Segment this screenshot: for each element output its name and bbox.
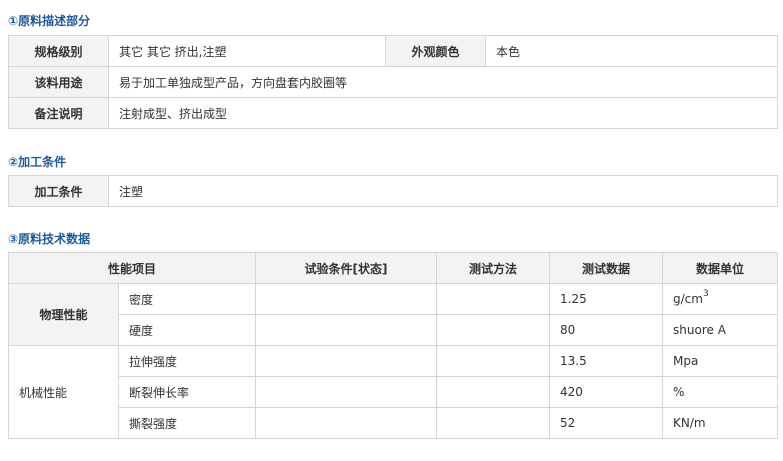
processing-label: 加工条件 — [8, 175, 109, 207]
col-header-unit: 数据单位 — [662, 252, 779, 284]
section-title-description: ①原料描述部分 — [8, 14, 91, 28]
property-item: 密度 — [117, 283, 257, 315]
group-physical: 物理性能 — [8, 283, 119, 346]
property-unit: g/cm3 — [662, 283, 779, 315]
property-value: 80 — [549, 314, 664, 346]
unit-superscript: 3 — [702, 289, 709, 299]
remarks-label: 备注说明 — [8, 97, 109, 129]
property-method — [436, 407, 551, 439]
table-row: 该料用途 易于加工单独成型产品，方向盘套内胶圈等 — [8, 66, 778, 98]
property-method — [436, 376, 551, 408]
appearance-color-label: 外观颜色 — [385, 35, 486, 67]
spec-grade-label: 规格级别 — [8, 35, 109, 67]
processing-value: 注塑 — [108, 175, 778, 207]
col-header-method: 测试方法 — [436, 252, 551, 284]
property-method — [436, 283, 551, 315]
property-item: 硬度 — [117, 314, 257, 346]
unit-text: g/cm — [673, 292, 703, 306]
section-title-processing: ②加工条件 — [8, 155, 67, 169]
property-condition — [255, 345, 438, 377]
technical-data-table: 性能项目 试验条件[状态] 测试方法 测试数据 数据单位 物理性能 密度 1.2… — [7, 252, 779, 439]
col-header-condition: 试验条件[状态] — [255, 252, 438, 284]
group-mechanical: 机械性能 — [8, 345, 119, 439]
usage-value: 易于加工单独成型产品，方向盘套内胶圈等 — [108, 66, 778, 98]
property-unit: shuore A — [662, 314, 779, 346]
table-header-row: 性能项目 试验条件[状态] 测试方法 测试数据 数据单位 — [7, 252, 779, 284]
property-item: 拉伸强度 — [117, 345, 257, 377]
property-value: 420 — [549, 376, 664, 408]
table-row: 机械性能 拉伸强度 13.5 Mpa — [8, 345, 779, 439]
remarks-value: 注射成型、挤出成型 — [108, 97, 778, 129]
table-row: 规格级别 其它 其它 挤出,注塑 外观颜色 本色 — [8, 35, 778, 67]
table-row: 硬度 80 shuore A — [9, 314, 779, 346]
table-row: 备注说明 注射成型、挤出成型 — [8, 97, 778, 129]
property-condition — [255, 376, 438, 408]
property-value: 52 — [549, 407, 664, 439]
processing-table: 加工条件 注塑 — [8, 175, 778, 207]
property-condition — [255, 314, 438, 346]
appearance-color-value: 本色 — [485, 35, 778, 67]
table-row: 加工条件 注塑 — [8, 175, 778, 207]
property-condition — [255, 407, 438, 439]
property-value: 1.25 — [549, 283, 664, 315]
description-table: 规格级别 其它 其它 挤出,注塑 外观颜色 本色 该料用途 易于加工单独成型产品… — [8, 35, 778, 129]
property-unit: % — [662, 376, 779, 408]
property-unit: KN/m — [662, 407, 779, 439]
table-row: 撕裂强度 52 KN/m — [9, 407, 779, 439]
table-row: 断裂伸长率 420 % — [9, 376, 779, 408]
usage-label: 该料用途 — [8, 66, 109, 98]
property-method — [436, 345, 551, 377]
col-header-property: 性能项目 — [7, 252, 257, 284]
property-value: 13.5 — [549, 345, 664, 377]
section-title-technical-data: ③原料技术数据 — [8, 232, 91, 246]
property-condition — [255, 283, 438, 315]
spec-grade-value: 其它 其它 挤出,注塑 — [108, 35, 386, 67]
property-unit: Mpa — [662, 345, 779, 377]
property-method — [436, 314, 551, 346]
col-header-value: 测试数据 — [549, 252, 664, 284]
property-item: 撕裂强度 — [117, 407, 257, 439]
table-row: 物理性能 密度 1.25 g/cm3 — [8, 283, 779, 346]
property-item: 断裂伸长率 — [117, 376, 257, 408]
